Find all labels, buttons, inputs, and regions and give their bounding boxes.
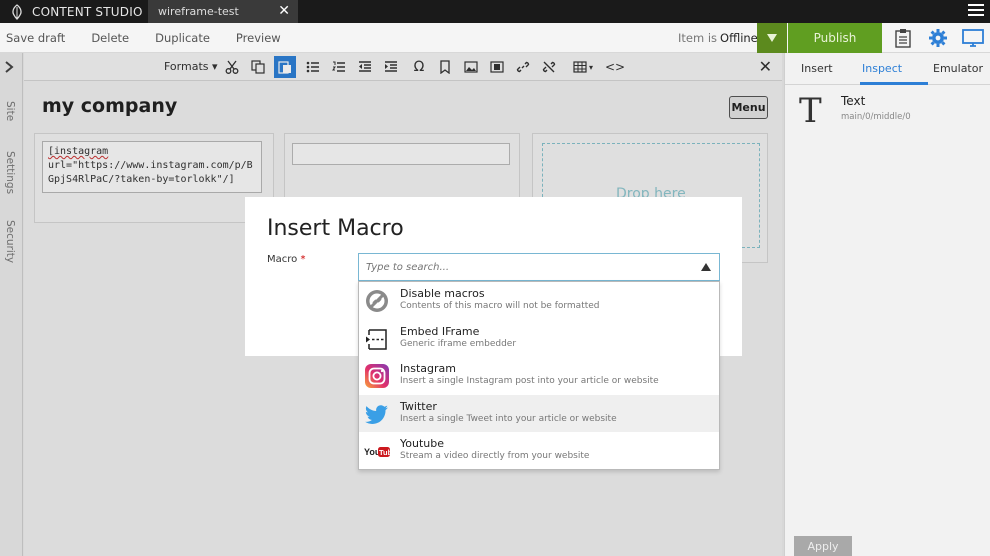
option-title: Embed IFrame [400, 324, 480, 338]
tab-inspect[interactable]: Inspect [862, 62, 902, 75]
triangle-up-icon[interactable] [701, 263, 711, 271]
component-path: main/0/middle/0 [841, 112, 911, 122]
tab-emulator[interactable]: Emulator [933, 62, 983, 75]
doc-tab-wireframe-test[interactable]: wireframe-test ✕ [148, 0, 298, 23]
macro-option-youtube[interactable]: You Tube Youtube Stream a video directly… [359, 432, 719, 470]
tab-insert[interactable]: Insert [801, 62, 833, 75]
macro-field-label: Macro * [267, 254, 305, 265]
option-title: Twitter [400, 399, 437, 413]
duplicate-button[interactable]: Duplicate [155, 31, 210, 45]
clipboard-icon[interactable] [892, 27, 914, 49]
context-panel: Insert Inspect Emulator T Text main/0/mi… [784, 53, 990, 556]
context-tabs: Insert Inspect Emulator [785, 53, 990, 85]
macro-combobox[interactable] [358, 253, 720, 281]
content-studio-logo-icon [12, 3, 22, 20]
iframe-icon [366, 328, 387, 350]
macro-option-embed-iframe[interactable]: Embed IFrame Generic iframe embedder [359, 320, 719, 358]
close-tab-icon[interactable]: ✕ [278, 3, 290, 19]
active-tab-indicator [860, 82, 928, 85]
status-value: Offline [720, 31, 758, 45]
macro-search-input[interactable] [359, 254, 689, 280]
hamburger-menu-icon[interactable] [968, 4, 984, 18]
option-title: Disable macros [400, 287, 485, 300]
gear-icon[interactable] [927, 27, 949, 49]
publish-menu-button[interactable] [757, 23, 787, 53]
item-status: Item is Offline [678, 23, 758, 53]
twitter-icon [365, 404, 388, 424]
triangle-down-icon [767, 34, 777, 42]
top-bar: CONTENT STUDIO wireframe-test ✕ [0, 0, 990, 23]
apply-button[interactable]: Apply [794, 536, 852, 556]
app-brand[interactable]: CONTENT STUDIO [0, 0, 143, 23]
doc-tab-label: wireframe-test [158, 5, 239, 18]
option-title: Instagram [400, 362, 456, 376]
svg-text:You: You [364, 447, 380, 457]
option-description: Insert a single Instagram post into your… [400, 376, 659, 387]
disable-macros-icon [366, 290, 388, 312]
macro-option-instagram[interactable]: Instagram Insert a single Instagram post… [359, 357, 719, 395]
instagram-icon [365, 364, 389, 389]
action-buttons: Save draft Delete Duplicate Preview [6, 23, 307, 53]
macro-dropdown-list: Disable macros Contents of this macro wi… [358, 281, 720, 470]
component-name: Text [841, 94, 866, 108]
option-description: Contents of this macro will not be forma… [400, 301, 600, 311]
macro-option-twitter[interactable]: Twitter Insert a single Tweet into your … [359, 394, 719, 433]
publish-button[interactable]: Publish [788, 23, 882, 53]
app-brand-label: CONTENT STUDIO [32, 4, 143, 19]
text-component-icon: T [799, 91, 822, 131]
delete-button[interactable]: Delete [91, 31, 129, 45]
macro-label-text: Macro [267, 254, 298, 265]
option-title: Youtube [400, 437, 444, 451]
svg-text:Tube: Tube [379, 448, 390, 457]
macro-option-disable-macros[interactable]: Disable macros Contents of this macro wi… [359, 282, 719, 320]
save-draft-button[interactable]: Save draft [6, 31, 65, 45]
dialog-title: Insert Macro [267, 216, 404, 241]
option-description: Insert a single Tweet into your article … [400, 413, 617, 424]
option-description: Generic iframe embedder [400, 338, 517, 349]
monitor-icon[interactable] [962, 27, 984, 49]
required-mark: * [300, 254, 306, 265]
youtube-icon: You Tube [364, 447, 390, 458]
preview-button[interactable]: Preview [236, 31, 281, 45]
status-label: Item is [678, 31, 718, 45]
option-description: Stream a video directly from your websit… [400, 451, 590, 462]
